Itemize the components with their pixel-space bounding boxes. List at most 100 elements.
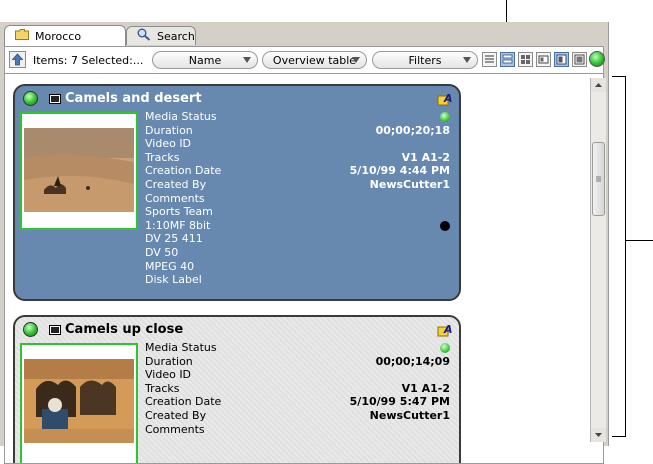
thumb-medium-button[interactable] — [554, 52, 569, 67]
field-row: MPEG 40 — [145, 260, 450, 274]
items-count-label: Items: 7 Selected:... — [33, 54, 144, 67]
field-key: Comments — [145, 422, 205, 436]
scroll-up-button[interactable] — [591, 78, 606, 92]
field-key: Video ID — [145, 368, 192, 382]
field-key: Created By — [145, 177, 207, 191]
large-frame-icon — [574, 54, 585, 65]
field-value: 00;00;20;18 — [375, 123, 450, 137]
field-row: DV 25 411 — [145, 232, 450, 246]
field-value: NewsCutter1 — [369, 177, 450, 191]
svg-text:A: A — [443, 323, 453, 336]
name-dropdown[interactable]: Name — [152, 51, 258, 69]
camel-riders-frame-image — [24, 359, 134, 443]
field-key: Tracks — [145, 381, 180, 395]
field-key: Disk Label — [145, 273, 202, 287]
field-row: Video ID — [145, 137, 450, 151]
clip-title: Camels up close — [65, 322, 184, 337]
scroll-down-button[interactable] — [591, 428, 606, 442]
detail-list-icon — [502, 54, 513, 64]
tab-label: Search — [157, 29, 195, 43]
field-key: Duration — [145, 123, 193, 137]
field-key: 1:10MF 8bit — [145, 218, 211, 232]
clip-card[interactable]: Camels and desert A Media Status Duratio… — [13, 84, 461, 301]
field-row: 1:10MF 8bit — [145, 219, 450, 233]
go-up-button[interactable] — [9, 51, 26, 68]
chevron-down-icon — [463, 57, 471, 63]
scroll-thumb[interactable] — [592, 142, 605, 216]
offline-dot-icon — [440, 220, 450, 231]
script-edit-icon: A — [437, 92, 453, 106]
field-key: Tracks — [145, 150, 180, 164]
field-row: Creation Date 5/10/99 5:47 PM — [145, 395, 450, 409]
media-status-dot-icon — [440, 112, 450, 122]
callout-line-bracket-top — [612, 76, 626, 77]
field-row: Tracks V1 A1-2 — [145, 151, 450, 165]
tab-morocco[interactable]: Morocco — [4, 25, 126, 46]
field-row: Media Status — [145, 110, 450, 124]
field-value: 5/10/99 5:47 PM — [349, 395, 450, 409]
field-key: Sports Team — [145, 205, 213, 219]
chevron-down-icon — [352, 57, 360, 63]
media-status-dot-icon — [440, 343, 450, 353]
view-frame-button[interactable] — [518, 52, 533, 67]
view-text-button[interactable] — [482, 52, 497, 67]
script-edit-icon: A — [437, 323, 453, 337]
vertical-scrollbar[interactable] — [590, 78, 606, 442]
folder-icon — [15, 29, 29, 43]
field-value: V1 A1-2 — [401, 381, 450, 395]
field-row: Sports Team — [145, 205, 450, 219]
filters-dropdown[interactable]: Filters — [372, 51, 478, 69]
up-arrow-icon — [11, 53, 24, 66]
clip-fields: Media Status Duration 00;00;14;09 Video I… — [145, 341, 450, 436]
field-row: Comments — [145, 423, 450, 437]
view-dropdown[interactable]: Overview table — [262, 51, 367, 69]
field-key: Comments — [145, 191, 205, 205]
triangle-up-icon — [595, 83, 602, 87]
clip-title: Camels and desert — [65, 91, 202, 106]
field-row: Created By NewsCutter1 — [145, 409, 450, 423]
field-row: Comments — [145, 192, 450, 206]
field-key: Creation Date — [145, 395, 222, 409]
bin-window: Morocco Search Items: 7 Selected:... Nam… — [0, 22, 609, 464]
clip-card[interactable]: Camels up close A Media Status Duration 0… — [13, 315, 461, 463]
field-key: Video ID — [145, 137, 192, 151]
field-row: DV 50 — [145, 246, 450, 260]
field-key: Duration — [145, 354, 193, 368]
magnifier-icon — [137, 28, 151, 44]
view-frame-list-button[interactable] — [500, 52, 515, 67]
field-value: 00;00;14;09 — [375, 354, 450, 368]
field-key: Creation Date — [145, 164, 222, 178]
grid-icon — [521, 55, 530, 64]
field-key: DV 25 411 — [145, 232, 203, 246]
field-row: Video ID — [145, 368, 450, 382]
view-dropdown-label: Overview table — [272, 53, 357, 67]
clip-fields: Media Status Duration 00;00;20;18 Video I… — [145, 110, 450, 287]
status-online-icon[interactable] — [589, 51, 605, 67]
thumb-small-button[interactable] — [536, 52, 551, 67]
callout-line-bracket-vertical — [625, 76, 626, 437]
tab-search[interactable]: Search — [126, 26, 196, 45]
media-online-icon — [23, 91, 38, 106]
clip-thumbnail[interactable] — [20, 112, 138, 230]
field-value: 5/10/99 4:44 PM — [349, 164, 450, 178]
filters-dropdown-label: Filters — [408, 53, 442, 67]
film-clip-icon — [49, 325, 61, 335]
field-value: NewsCutter1 — [369, 408, 450, 422]
field-row: Duration 00;00;20;18 — [145, 124, 450, 138]
small-frame-icon — [538, 55, 549, 64]
grip-icon — [596, 176, 601, 182]
svg-text:A: A — [443, 92, 453, 105]
field-row: Disk Label — [145, 273, 450, 287]
field-key: Media Status — [145, 341, 217, 354]
field-row: Tracks V1 A1-2 — [145, 382, 450, 396]
field-row: Duration 00;00;14;09 — [145, 355, 450, 369]
bin-toolbar: Items: 7 Selected:... Name Overview tabl… — [4, 46, 605, 74]
field-row: Media Status — [145, 341, 450, 355]
film-clip-icon — [49, 94, 61, 104]
callout-line-bracket-bottom — [612, 436, 626, 437]
field-row: Created By NewsCutter1 — [145, 178, 450, 192]
thumb-large-button[interactable] — [572, 52, 587, 67]
triangle-down-icon — [595, 433, 602, 437]
field-row: Creation Date 5/10/99 4:44 PM — [145, 164, 450, 178]
bin-content: Camels and desert A Media Status Duratio… — [4, 74, 604, 464]
